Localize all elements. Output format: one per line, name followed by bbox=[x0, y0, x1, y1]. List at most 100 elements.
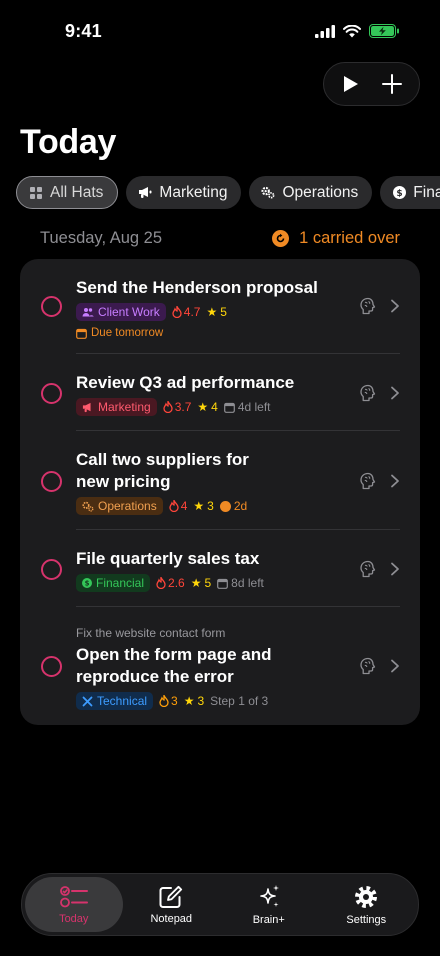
brain-icon[interactable] bbox=[358, 471, 378, 491]
hat-tag-label: Operations bbox=[98, 499, 157, 513]
star-icon: ★ bbox=[193, 499, 205, 513]
calendar-icon bbox=[76, 328, 87, 339]
task-complete-checkbox[interactable] bbox=[41, 559, 62, 580]
time-left: 8d left bbox=[217, 576, 264, 590]
chip-label: All Hats bbox=[50, 183, 104, 201]
tools-icon bbox=[82, 696, 93, 706]
status-icons bbox=[315, 24, 400, 38]
task-title: Review Q3 ad performance bbox=[76, 373, 295, 392]
priority-value: 3.7 bbox=[174, 400, 192, 414]
dollar-icon: $ bbox=[82, 578, 92, 588]
tab-bar: Today Notepad Brain+ Settings bbox=[21, 873, 419, 936]
megaphone-icon bbox=[82, 402, 91, 412]
task-body: Fix the website contact form Open the fo… bbox=[76, 626, 360, 710]
task-body: Send the Henderson proposal Client Work … bbox=[76, 277, 360, 339]
star-rating: ★ 3 bbox=[193, 499, 213, 513]
flame-icon bbox=[169, 500, 179, 512]
task-row[interactable]: Review Q3 ad performance Marketing 3.7 ★… bbox=[20, 354, 420, 431]
task-title-line-2: new pricing bbox=[76, 472, 171, 491]
carried-days: 2d bbox=[219, 499, 248, 513]
chevron-right-icon[interactable] bbox=[390, 562, 400, 576]
tab-label: Brain+ bbox=[252, 913, 285, 926]
chevron-right-icon[interactable] bbox=[390, 299, 400, 313]
star-icon: ★ bbox=[197, 400, 209, 414]
notepad-icon bbox=[159, 885, 183, 908]
flame-icon bbox=[172, 306, 182, 318]
task-meta: Operations 4 ★ 3 2d bbox=[76, 497, 360, 515]
star-value: 3 bbox=[197, 694, 205, 708]
chip-operations[interactable]: Operations bbox=[249, 176, 373, 209]
sparkle-icon bbox=[259, 884, 279, 907]
carry-over-icon bbox=[219, 500, 231, 512]
battery-charging-icon bbox=[369, 24, 399, 38]
priority-score: 4 bbox=[169, 499, 188, 513]
priority-value: 2.6 bbox=[168, 576, 185, 590]
task-body: Call two suppliers for new pricing Opera… bbox=[76, 449, 360, 515]
task-row[interactable]: File quarterly sales tax $ Financial 2.6… bbox=[20, 530, 420, 607]
task-body: Review Q3 ad performance Marketing 3.7 ★… bbox=[76, 372, 360, 416]
top-actions bbox=[323, 62, 420, 106]
due-label: Due tomorrow bbox=[76, 327, 360, 339]
task-body: File quarterly sales tax $ Financial 2.6… bbox=[76, 548, 360, 592]
task-complete-checkbox[interactable] bbox=[41, 656, 62, 677]
hat-tag-label: Financial bbox=[96, 576, 145, 590]
brain-icon[interactable] bbox=[358, 383, 378, 403]
carried-over-label: 1 carried over bbox=[299, 229, 400, 247]
brain-icon[interactable] bbox=[358, 656, 378, 676]
step-progress: Step 1 of 3 bbox=[210, 694, 269, 708]
tab-label: Settings bbox=[346, 913, 387, 926]
tab-label: Notepad bbox=[150, 912, 193, 925]
time-left-text: 4d left bbox=[237, 400, 271, 414]
hat-tag: Operations bbox=[76, 497, 163, 515]
priority-score: 3.7 bbox=[163, 400, 192, 414]
tab-settings[interactable]: Settings bbox=[318, 877, 416, 932]
task-row[interactable]: Call two suppliers for new pricing Opera… bbox=[20, 431, 420, 530]
brain-icon[interactable] bbox=[358, 296, 378, 316]
carried-over-indicator[interactable]: 1 carried over bbox=[272, 229, 400, 248]
task-row[interactable]: Send the Henderson proposal Client Work … bbox=[20, 259, 420, 354]
priority-value: 4.7 bbox=[183, 305, 201, 319]
chevron-right-icon[interactable] bbox=[390, 386, 400, 400]
chip-financial[interactable]: $ Fina bbox=[380, 176, 440, 209]
add-button[interactable] bbox=[374, 66, 410, 102]
task-complete-checkbox[interactable] bbox=[41, 471, 62, 492]
star-rating: ★ 5 bbox=[191, 576, 211, 590]
tab-today[interactable]: Today bbox=[25, 877, 123, 932]
chip-label: Marketing bbox=[159, 183, 228, 201]
hat-tag: Marketing bbox=[76, 398, 157, 416]
task-title: File quarterly sales tax bbox=[76, 549, 260, 568]
chevron-right-icon[interactable] bbox=[390, 659, 400, 673]
task-row[interactable]: Fix the website contact form Open the fo… bbox=[20, 607, 420, 725]
tab-label: Today bbox=[59, 912, 89, 925]
chip-marketing[interactable]: Marketing bbox=[126, 176, 242, 209]
star-icon: ★ bbox=[183, 694, 195, 708]
task-meta: Marketing 3.7 ★ 4 4d left bbox=[76, 398, 360, 416]
hat-tag: Client Work bbox=[76, 303, 166, 321]
carried-days-text: 2d bbox=[233, 499, 248, 513]
page-title: Today bbox=[20, 123, 117, 161]
flame-icon bbox=[163, 401, 173, 413]
calendar-icon bbox=[223, 402, 235, 413]
task-complete-checkbox[interactable] bbox=[41, 383, 62, 404]
star-rating: ★ 3 bbox=[184, 694, 204, 708]
flame-icon bbox=[156, 577, 166, 589]
tab-brain-plus[interactable]: Brain+ bbox=[220, 877, 318, 932]
chip-all-hats[interactable]: All Hats bbox=[16, 176, 119, 209]
brain-icon[interactable] bbox=[358, 559, 378, 579]
play-button[interactable] bbox=[333, 66, 369, 102]
plus-icon bbox=[382, 74, 403, 94]
star-value: 5 bbox=[204, 576, 212, 590]
priority-score: 4.7 bbox=[172, 305, 201, 319]
priority-value: 4 bbox=[180, 499, 188, 513]
star-rating: ★ 4 bbox=[197, 400, 217, 414]
hat-tag-label: Technical bbox=[97, 694, 148, 708]
hat-tag-label: Marketing bbox=[98, 400, 151, 414]
hat-filter-chips: All Hats Marketing Operations $ Fina bbox=[16, 176, 440, 209]
task-complete-checkbox[interactable] bbox=[41, 296, 62, 317]
chevron-right-icon[interactable] bbox=[390, 474, 400, 488]
star-icon: ★ bbox=[190, 576, 202, 590]
task-meta: $ Financial 2.6 ★ 5 8d left bbox=[76, 574, 360, 592]
tab-notepad[interactable]: Notepad bbox=[123, 877, 221, 932]
star-rating: ★ 5 bbox=[206, 305, 226, 319]
task-title-line-1: Open the form page and bbox=[76, 645, 272, 664]
